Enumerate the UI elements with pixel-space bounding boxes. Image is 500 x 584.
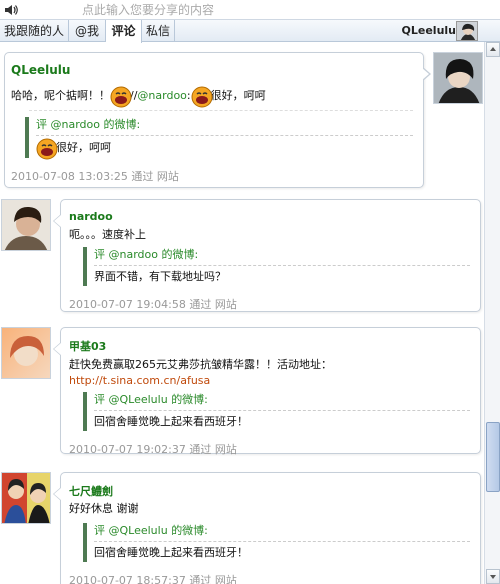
- current-user-avatar[interactable]: [456, 21, 478, 41]
- tab-mentions[interactable]: @我: [69, 20, 106, 42]
- current-user-name[interactable]: QLeelulu: [402, 20, 456, 42]
- timestamp[interactable]: 2010-07-07 19:04:58: [69, 298, 186, 311]
- source: 通过 网站: [189, 443, 237, 456]
- quote-prefix: 评: [94, 248, 105, 261]
- compose-bar: [0, 0, 500, 20]
- quote-prefix: 评: [94, 524, 105, 537]
- quote-suffix: 的微博:: [171, 393, 208, 406]
- author-name[interactable]: 七尺鱧劍: [69, 483, 470, 499]
- laughing-emoticon-icon: [191, 86, 213, 108]
- quote-header: 评 @nardoo 的微博:: [94, 247, 470, 266]
- author-name[interactable]: QLeelulu: [11, 63, 413, 77]
- comment-text: 赶快免费赢取265元艾弗莎抗皱精华露！！活动地址： http://t.sina.…: [69, 357, 470, 389]
- author-name[interactable]: 甲基03: [69, 338, 470, 354]
- avatar[interactable]: [1, 327, 51, 379]
- quote-suffix: 的微博:: [171, 524, 208, 537]
- comment-meta: 2010-07-07 19:02:37 通过 网站: [69, 441, 470, 457]
- comment-meta: 2010-07-07 18:57:37 通过 网站: [69, 572, 470, 584]
- laughing-emoticon-icon: [110, 86, 132, 108]
- laughing-emoticon-icon: [36, 138, 58, 160]
- quote-text-content: 很好，呵呵: [56, 141, 111, 154]
- quoted-status: 评 @QLeelulu 的微博: 回宿舍睡觉晚上起来看西班牙！: [83, 392, 470, 431]
- quote-mention-link[interactable]: @nardoo: [109, 248, 158, 261]
- author-name[interactable]: nardoo: [69, 210, 470, 223]
- divider: [29, 110, 413, 111]
- quote-text: 回宿舍睡觉晚上起来看西班牙！: [94, 546, 248, 559]
- quote-text: 很好，呵呵: [36, 138, 413, 160]
- external-link[interactable]: http://t.sina.com.cn/afusa: [69, 374, 210, 387]
- comment-text: 呃。。。速度补上: [69, 228, 146, 241]
- comment-card: QLeelulu 哈哈，呢个掂啊！！//@nardoo: 很好，呵呵 评 @nar…: [4, 52, 431, 188]
- source: 通过 网站: [131, 170, 179, 183]
- tab-following[interactable]: 我跟随的人: [0, 20, 69, 42]
- comment-text-part: 哈哈，呢个掂啊！！: [11, 89, 110, 102]
- scroll-down-arrow-icon[interactable]: [486, 569, 500, 584]
- timestamp[interactable]: 2010-07-08 13:03:25: [11, 170, 128, 183]
- quote-prefix: 评: [36, 118, 47, 131]
- tab-comments[interactable]: 评论: [106, 20, 142, 43]
- comment-feed: QLeelulu 哈哈，呢个掂啊！！//@nardoo: 很好，呵呵 评 @nar…: [0, 42, 484, 584]
- quote-mention-link[interactable]: @nardoo: [51, 118, 100, 131]
- comment-text: 好好休息 谢谢: [69, 502, 139, 515]
- comment-card: 甲基03 赶快免费赢取265元艾弗莎抗皱精华露！！活动地址： http://t.…: [53, 327, 481, 457]
- quote-text: 回宿舍睡觉晚上起来看西班牙！: [94, 415, 248, 428]
- timestamp[interactable]: 2010-07-07 19:02:37: [69, 443, 186, 456]
- comment-text: 哈哈，呢个掂啊！！//@nardoo: 很好，呵呵: [11, 86, 413, 108]
- quote-suffix: 的微博:: [103, 118, 141, 131]
- quote-header: 评 @QLeelulu 的微博:: [94, 392, 470, 411]
- avatar[interactable]: [433, 52, 483, 104]
- scrollbar-thumb[interactable]: [486, 422, 500, 492]
- comment-text-part: 赶快免费赢取265元艾弗莎抗皱精华露！！活动地址：: [69, 358, 332, 371]
- comment-card: nardoo 呃。。。速度补上 评 @nardoo 的微博: 界面不错，有下载地…: [53, 199, 481, 312]
- source: 通过 网站: [189, 298, 237, 311]
- bubble-arrow: [53, 342, 61, 356]
- comment-meta: 2010-07-08 13:03:25 通过 网站: [11, 168, 413, 184]
- speaker-icon[interactable]: [3, 2, 19, 18]
- quote-mention-link[interactable]: @QLeelulu: [109, 524, 168, 537]
- quote-mention-link[interactable]: @QLeelulu: [109, 393, 168, 406]
- quote-header: 评 @nardoo 的微博:: [36, 117, 413, 136]
- quoted-status: 评 @nardoo 的微博: 界面不错，有下载地址吗？: [83, 247, 470, 286]
- quote-header: 评 @QLeelulu 的微博:: [94, 523, 470, 542]
- comment-text-part: 很好，呵呵: [210, 89, 266, 102]
- bubble-arrow: [422, 67, 431, 81]
- mention-link[interactable]: @nardoo: [137, 89, 186, 102]
- tab-bar: 我跟随的人 @我 评论 私信 QLeelulu: [0, 20, 500, 43]
- timestamp[interactable]: 2010-07-07 18:57:37: [69, 574, 186, 584]
- tab-messages[interactable]: 私信: [142, 20, 175, 42]
- bubble-arrow: [53, 214, 61, 228]
- source: 通过 网站: [189, 574, 237, 584]
- scroll-up-arrow-icon[interactable]: [486, 42, 500, 57]
- quoted-status: 评 @nardoo 的微博: 很好，呵呵: [25, 117, 413, 160]
- quote-suffix: 的微博:: [161, 248, 199, 261]
- bubble-arrow: [53, 487, 61, 501]
- comment-card: 七尺鱧劍 好好休息 谢谢 评 @QLeelulu 的微博: 回宿舍睡觉晚上起来看…: [53, 472, 481, 584]
- compose-input[interactable]: [22, 1, 496, 18]
- avatar[interactable]: [1, 199, 51, 251]
- quote-text: 界面不错，有下载地址吗？: [94, 270, 226, 283]
- vertical-scrollbar[interactable]: [484, 42, 500, 584]
- comment-meta: 2010-07-07 19:04:58 通过 网站: [69, 296, 470, 312]
- quote-prefix: 评: [94, 393, 105, 406]
- quoted-status: 评 @QLeelulu 的微博: 回宿舍睡觉晚上起来看西班牙！: [83, 523, 470, 562]
- avatar[interactable]: [1, 472, 51, 524]
